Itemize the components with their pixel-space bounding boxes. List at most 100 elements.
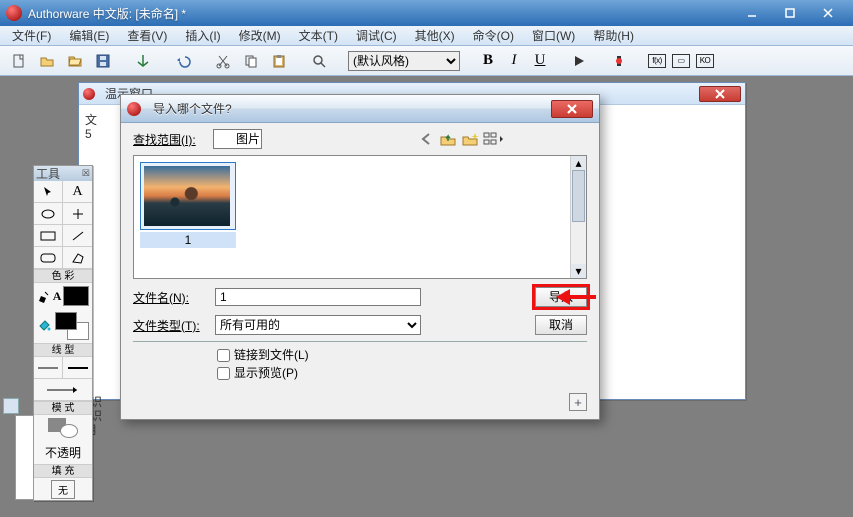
oval-tool[interactable] (34, 203, 63, 225)
palette-title[interactable]: 工具 ☒ (34, 166, 92, 181)
file-thumbnail[interactable]: 1 (140, 162, 236, 248)
paste-icon[interactable] (268, 50, 290, 72)
preview-checkbox[interactable] (217, 367, 230, 380)
thumbnail-caption: 1 (140, 232, 236, 248)
window-buttons (737, 6, 849, 20)
palette-mode-section: 模 式 (34, 401, 92, 415)
pencil-icon (37, 289, 51, 303)
find-icon[interactable] (308, 50, 330, 72)
new-folder-icon[interactable] (461, 131, 479, 147)
design-left-label: 文 (85, 111, 97, 128)
design-icon (83, 88, 95, 100)
cut-icon[interactable] (212, 50, 234, 72)
menubar: 文件(F) 编辑(E) 查看(V) 插入(I) 修改(M) 文本(T) 调试(C… (0, 26, 853, 46)
scroll-up-icon[interactable]: ▴ (571, 156, 586, 170)
scroll-thumb[interactable] (572, 170, 585, 222)
app-icon (6, 5, 22, 21)
text-tool[interactable]: A (63, 181, 92, 203)
bucket-icon[interactable] (37, 319, 51, 333)
ko-button[interactable]: KO (696, 54, 714, 68)
view-menu-icon[interactable] (483, 131, 505, 147)
list-scrollbar[interactable]: ▴ ▾ (570, 156, 586, 278)
maximize-button[interactable] (775, 6, 805, 20)
menu-text[interactable]: 文本(T) (293, 25, 344, 46)
back-icon[interactable] (419, 132, 435, 146)
annotation-arrow (556, 287, 596, 307)
text-color-swatch[interactable] (63, 286, 89, 306)
dialog-icon (127, 102, 141, 116)
rect-tool[interactable] (34, 225, 63, 247)
main-titlebar: Authorware 中文版: [未命名] * (0, 0, 853, 26)
new-icon[interactable] (8, 50, 30, 72)
undo-icon[interactable] (172, 50, 194, 72)
preview-checkbox-label: 显示预览(P) (234, 366, 298, 380)
left-strip-icon[interactable] (3, 398, 19, 414)
roundrect-tool[interactable] (34, 247, 63, 269)
line-style-2[interactable] (63, 357, 92, 379)
tool-palette[interactable]: 工具 ☒ A 色 彩 A 线 型 模 式 (33, 165, 93, 501)
menu-debug[interactable]: 调试(C) (350, 25, 403, 46)
filetype-label: 文件类型(T): (133, 317, 209, 334)
func-button[interactable]: f(x) (648, 54, 666, 68)
thumbnail-image (144, 166, 230, 226)
close-button[interactable] (813, 6, 843, 20)
menu-help[interactable]: 帮助(H) (587, 25, 640, 46)
lookin-label: 查找范围(I): (133, 131, 209, 148)
import-dialog: 导入哪个文件? 查找范围(I): 图片 (120, 94, 600, 420)
design-left-label2: 5 (85, 127, 92, 141)
import-icon[interactable] (132, 50, 154, 72)
toolbar: (默认风格) B I U f(x) ▭ KO (0, 46, 853, 76)
up-folder-icon[interactable] (439, 131, 457, 147)
open-all-icon[interactable] (64, 50, 86, 72)
file-list[interactable]: 1 ▴ ▾ (133, 155, 587, 279)
link-checkbox[interactable] (217, 349, 230, 362)
link-checkbox-label: 链接到文件(L) (234, 348, 309, 362)
menu-other[interactable]: 其他(X) (409, 25, 461, 46)
fgbg-swatch[interactable] (55, 312, 89, 340)
palette-color-section: 色 彩 (34, 269, 92, 283)
dialog-title: 导入哪个文件? (153, 100, 545, 117)
filename-label: 文件名(N): (133, 289, 209, 306)
open-icon[interactable] (36, 50, 58, 72)
line-style-1[interactable] (34, 357, 63, 379)
var-button[interactable]: ▭ (672, 54, 690, 68)
debug-icon[interactable] (608, 50, 630, 72)
italic-button[interactable]: I (504, 52, 524, 69)
cancel-button[interactable]: 取消 (535, 315, 587, 335)
palette-close-icon[interactable]: ☒ (82, 168, 90, 179)
dialog-titlebar[interactable]: 导入哪个文件? (121, 95, 599, 123)
palette-line-section: 线 型 (34, 343, 92, 357)
copy-icon[interactable] (240, 50, 262, 72)
menu-view[interactable]: 查看(V) (121, 25, 173, 46)
design-close-button[interactable] (699, 86, 741, 102)
palette-fill-section: 填 充 (34, 464, 92, 478)
filetype-combo[interactable]: 所有可用的 (215, 315, 421, 335)
filename-input[interactable] (215, 288, 421, 306)
arrow-style[interactable] (34, 379, 92, 401)
run-icon[interactable] (568, 50, 590, 72)
fill-none[interactable]: 无 (34, 478, 92, 500)
menu-file[interactable]: 文件(F) (6, 25, 57, 46)
dialog-separator (133, 341, 587, 342)
bold-button[interactable]: B (478, 52, 498, 69)
style-combo[interactable]: (默认风格) (348, 51, 460, 71)
pointer-tool[interactable] (34, 181, 63, 203)
opacity-label: 不透明 (34, 441, 92, 464)
polygon-tool[interactable] (63, 247, 92, 269)
save-icon[interactable] (92, 50, 114, 72)
underline-button[interactable]: U (530, 52, 550, 69)
menu-insert[interactable]: 插入(I) (179, 25, 226, 46)
window-title: Authorware 中文版: [未命名] * (28, 5, 186, 22)
menu-window[interactable]: 窗口(W) (526, 25, 581, 46)
minimize-button[interactable] (737, 6, 767, 20)
dialog-close-button[interactable] (551, 100, 593, 118)
diagonal-tool[interactable] (63, 225, 92, 247)
menu-edit[interactable]: 编辑(E) (63, 25, 115, 46)
menu-command[interactable]: 命令(O) (467, 25, 520, 46)
overlap-preview[interactable] (34, 415, 92, 441)
menu-modify[interactable]: 修改(M) (233, 25, 287, 46)
scroll-down-icon[interactable]: ▾ (571, 264, 586, 278)
lookin-combo[interactable]: 图片 (213, 129, 262, 149)
line-tool[interactable] (63, 203, 92, 225)
expand-button[interactable]: + (569, 393, 587, 411)
